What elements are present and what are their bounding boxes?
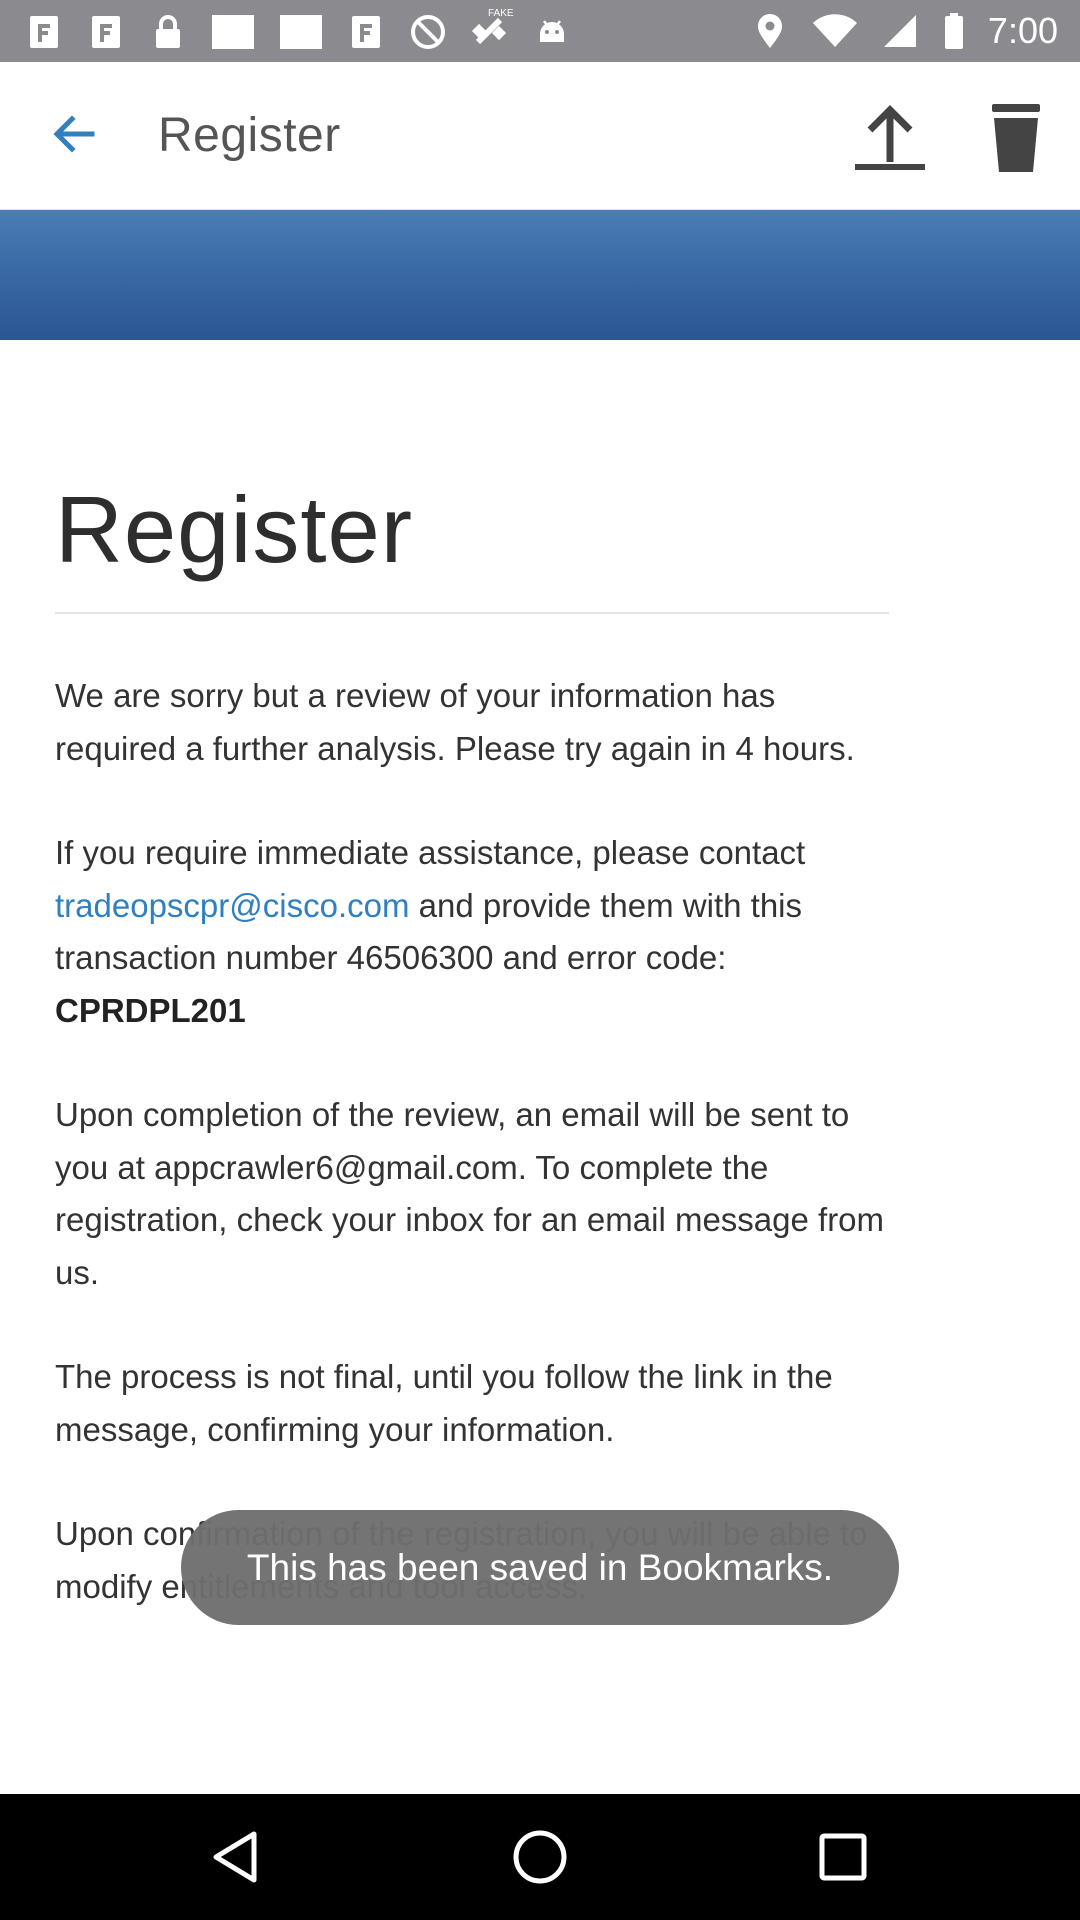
- review-message: We are sorry but a review of your inform…: [55, 677, 855, 767]
- app-bar: Register: [0, 62, 1080, 210]
- no-sim-icon: [408, 12, 448, 52]
- f-icon: [24, 12, 64, 52]
- nav-back-icon: [202, 1822, 272, 1892]
- f-icon: [346, 12, 386, 52]
- satellite-icon: FAKE: [470, 8, 514, 52]
- app-bar-title: Register: [158, 109, 341, 162]
- trash-icon: [976, 98, 1056, 178]
- system-nav-bar: [0, 1794, 1080, 1920]
- battery-icon: [942, 11, 966, 51]
- completion-message: Upon completion of the review, an email …: [55, 1096, 885, 1291]
- nav-recents-icon: [808, 1822, 878, 1892]
- heading-divider: [55, 612, 889, 614]
- arrow-back-icon: [48, 109, 98, 164]
- nav-recents-button[interactable]: [808, 1822, 878, 1892]
- toast-message: This has been saved in Bookmarks.: [246, 1546, 834, 1588]
- blank-notification-icon: [278, 12, 324, 52]
- lock-icon: [148, 12, 188, 52]
- android-icon: [532, 12, 572, 52]
- delete-button[interactable]: [976, 98, 1056, 178]
- status-time: 7:00: [987, 10, 1058, 51]
- status-right-icons: 7:00: [750, 8, 1058, 54]
- page-title: Register: [55, 477, 414, 582]
- signal-icon: [880, 11, 920, 51]
- bookmark-toast: This has been saved in Bookmarks.: [181, 1510, 899, 1625]
- assistance-text: If you require immediate assistance, ple…: [55, 834, 806, 871]
- upload-button[interactable]: [850, 98, 930, 178]
- fake-gps-label: FAKE: [488, 8, 514, 19]
- assistance-message: If you require immediate assistance, ple…: [55, 827, 891, 1037]
- registration-content: Register We are sorry but a review of yo…: [55, 470, 891, 1613]
- status-bar: FAKE 7:00: [0, 0, 1080, 62]
- process-message: The process is not final, until you foll…: [55, 1358, 833, 1448]
- error-code: CPRDPL201: [55, 991, 246, 1029]
- nav-home-icon: [505, 1822, 575, 1892]
- header-banner: [0, 210, 1080, 340]
- location-icon: [750, 11, 790, 51]
- status-left-icons: FAKE: [24, 8, 572, 52]
- support-email-link[interactable]: tradeopscpr@cisco.com: [55, 887, 409, 924]
- blank-notification-icon: [210, 12, 256, 52]
- nav-back-button[interactable]: [202, 1822, 272, 1892]
- nav-home-button[interactable]: [505, 1822, 575, 1892]
- wifi-icon: [812, 11, 858, 51]
- back-button[interactable]: [40, 106, 106, 166]
- upload-icon: [850, 98, 930, 178]
- f-icon: [86, 12, 126, 52]
